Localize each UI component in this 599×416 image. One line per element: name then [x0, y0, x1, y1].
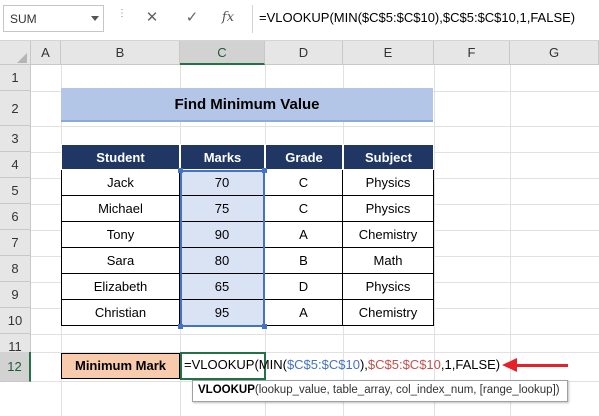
drag-handle-icon[interactable]: ⋮: [117, 9, 127, 26]
insert-function-icon[interactable]: fx: [216, 6, 240, 30]
red-arrow-shaft: [516, 364, 568, 367]
subject-cell[interactable]: Physics: [343, 274, 434, 300]
cancel-icon[interactable]: ✕: [140, 6, 164, 30]
row-header-10[interactable]: 10: [0, 308, 31, 334]
student-cell[interactable]: Elizabeth: [61, 274, 180, 300]
formula-ref-table-range: $C$5:$C$10: [367, 357, 441, 372]
row-header-9[interactable]: 9: [0, 282, 31, 308]
grade-cell[interactable]: C: [265, 170, 343, 196]
column-header-c[interactable]: C: [180, 41, 265, 65]
row-header-3[interactable]: 3: [0, 126, 31, 152]
marks-cell[interactable]: 90: [180, 222, 265, 248]
formula-ref-min-range: $C$5:$C$10: [286, 357, 360, 372]
marks-cell[interactable]: 80: [180, 248, 265, 274]
grade-cell[interactable]: A: [265, 222, 343, 248]
row-header-5[interactable]: 5: [0, 178, 31, 204]
enter-icon[interactable]: ✓: [180, 6, 204, 30]
name-box[interactable]: SUM: [3, 5, 104, 32]
row-header-7[interactable]: 7: [0, 230, 31, 256]
column-header-a[interactable]: A: [31, 41, 61, 65]
column-header-g[interactable]: G: [510, 41, 599, 65]
student-cell[interactable]: Jack: [61, 170, 180, 196]
column-header-d[interactable]: D: [265, 41, 343, 65]
header-subject[interactable]: Subject: [343, 144, 434, 170]
column-header-f[interactable]: F: [434, 41, 510, 65]
grade-cell[interactable]: B: [265, 248, 343, 274]
range-handle[interactable]: [262, 324, 267, 329]
subject-cell[interactable]: Chemistry: [343, 300, 434, 326]
tooltip-arguments: (lookup_value, table_array, col_index_nu…: [254, 384, 560, 396]
range-handle[interactable]: [262, 168, 267, 173]
select-all-icon: [17, 53, 27, 63]
header-student[interactable]: Student: [61, 144, 180, 170]
student-cell[interactable]: Tony: [61, 222, 180, 248]
student-cell[interactable]: Sara: [61, 248, 180, 274]
subject-cell[interactable]: Math: [343, 248, 434, 274]
student-cell[interactable]: Michael: [61, 196, 180, 222]
gridline: [31, 334, 599, 335]
formula-bar-divider: [252, 5, 253, 33]
cell-formula-text[interactable]: =VLOOKUP(MIN($C$5:$C$10),$C$5:$C$10,1,FA…: [184, 357, 500, 372]
marks-cell[interactable]: 65: [180, 274, 265, 300]
subject-cell[interactable]: Physics: [343, 170, 434, 196]
minimum-mark-label[interactable]: Minimum Mark: [61, 353, 180, 379]
row-header-1[interactable]: 1: [0, 65, 31, 91]
header-grade[interactable]: Grade: [265, 144, 343, 170]
marks-cell[interactable]: 75: [180, 196, 265, 222]
marks-cell[interactable]: 70: [180, 170, 265, 196]
formula-suffix: ,1,FALSE): [440, 357, 501, 372]
red-arrow-icon: [502, 358, 517, 372]
grade-cell[interactable]: D: [265, 274, 343, 300]
row-header-6[interactable]: 6: [0, 204, 31, 230]
row-header-2[interactable]: 2: [0, 91, 31, 126]
formula-mid: ),: [359, 357, 368, 372]
header-marks[interactable]: Marks: [180, 144, 265, 170]
range-handle[interactable]: [178, 324, 183, 329]
subject-cell[interactable]: Chemistry: [343, 222, 434, 248]
formula-input[interactable]: =VLOOKUP(MIN($C$5:$C$10),$C$5:$C$10,1,FA…: [259, 10, 575, 25]
subject-cell[interactable]: Physics: [343, 196, 434, 222]
student-cell[interactable]: Christian: [61, 300, 180, 326]
row-header-8[interactable]: 8: [0, 256, 31, 282]
column-header-e[interactable]: E: [343, 41, 434, 65]
grade-cell[interactable]: C: [265, 196, 343, 222]
tooltip-function-name[interactable]: VLOOKUP: [198, 384, 255, 396]
name-box-dropdown-icon[interactable]: [91, 16, 99, 21]
grade-cell[interactable]: A: [265, 300, 343, 326]
formula-prefix: =VLOOKUP(MIN(: [184, 357, 287, 372]
gridline: [31, 126, 599, 127]
function-tooltip[interactable]: VLOOKUP(lookup_value, table_array, col_i…: [192, 380, 568, 402]
row-header-4[interactable]: 4: [0, 152, 31, 178]
column-header-b[interactable]: B: [61, 41, 180, 65]
row-header-12[interactable]: 12: [0, 352, 31, 382]
sheet-title[interactable]: Find Minimum Value: [61, 88, 433, 122]
range-handle[interactable]: [178, 168, 183, 173]
marks-cell[interactable]: 95: [180, 300, 265, 326]
